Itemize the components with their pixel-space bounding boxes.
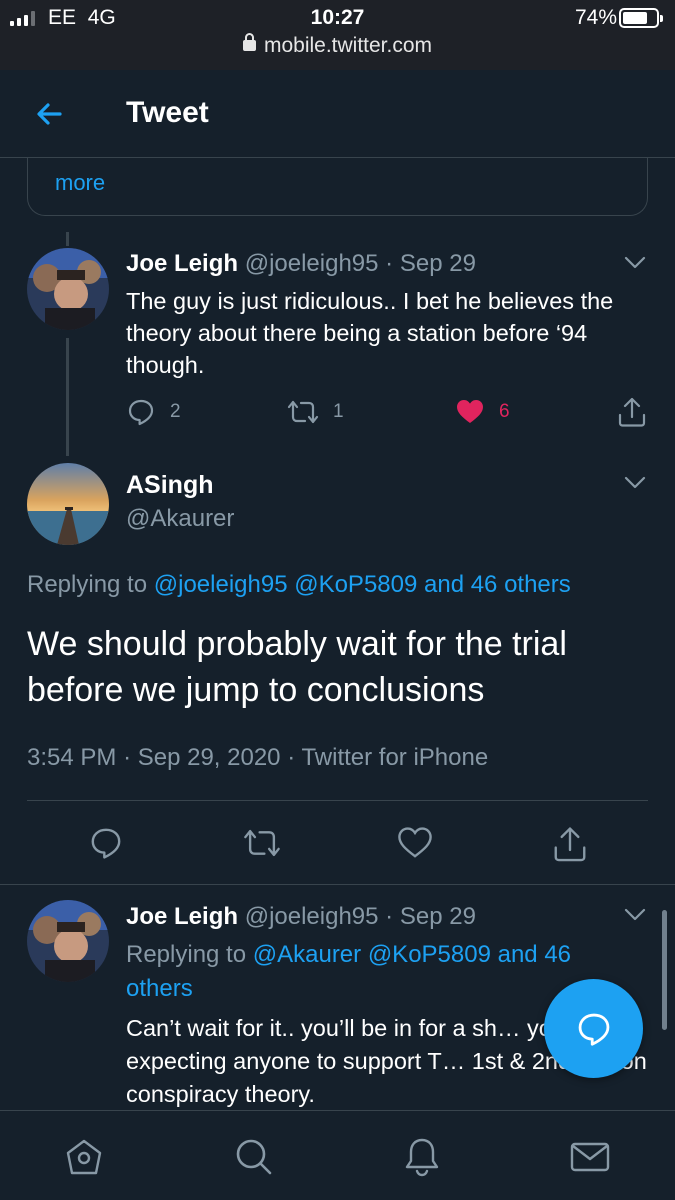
status-bar: EE 4G 10:27 74% mobile.twitter.com xyxy=(0,0,675,70)
reply-icon[interactable] xyxy=(88,825,124,861)
url-text: mobile.twitter.com xyxy=(263,34,433,57)
address-bar[interactable]: mobile.twitter.com xyxy=(0,33,675,58)
page-title: Tweet xyxy=(126,96,209,129)
mention-links[interactable]: @joeleigh95 @KoP5809 and 46 others xyxy=(154,571,571,598)
tweet-date[interactable]: Sep 29, 2020 xyxy=(138,744,281,771)
author-name[interactable]: Joe Leigh xyxy=(126,250,238,277)
author-name[interactable]: Joe Leigh xyxy=(126,903,238,930)
nav-messages[interactable] xyxy=(568,1135,612,1179)
replying-to: Replying to @Akaurer @KoP5809 and 46 oth… xyxy=(126,941,572,1002)
share-icon xyxy=(618,397,646,427)
search-icon xyxy=(236,1139,272,1175)
lock-icon xyxy=(242,33,256,51)
avatar[interactable] xyxy=(27,463,109,545)
tweet-header: Joe Leigh @joeleigh95 · Sep 29 xyxy=(126,903,476,930)
reply-count: 2 xyxy=(170,401,181,422)
reply-icon xyxy=(128,399,154,426)
avatar[interactable] xyxy=(27,248,109,330)
retweet-icon xyxy=(287,400,319,424)
share-icon[interactable] xyxy=(552,825,588,863)
nav-home[interactable] xyxy=(62,1135,106,1179)
chevron-down-icon[interactable] xyxy=(624,908,646,922)
tweet-date[interactable]: Sep 29 xyxy=(400,250,476,277)
top-bar: Tweet xyxy=(0,70,675,158)
retweet-count: 1 xyxy=(333,401,344,422)
battery-percent: 74% xyxy=(574,6,617,29)
reply-button[interactable]: 2 xyxy=(126,397,181,427)
chevron-down-icon[interactable] xyxy=(624,256,646,270)
thread-connector xyxy=(66,338,69,456)
bottom-nav xyxy=(0,1110,675,1200)
avatar[interactable] xyxy=(27,900,109,982)
retweet-icon[interactable] xyxy=(243,825,281,861)
retweet-button[interactable]: 1 xyxy=(287,397,344,427)
back-button[interactable] xyxy=(30,94,70,134)
tweet-text: We should probably wait for the trial be… xyxy=(27,625,567,709)
home-icon xyxy=(66,1139,102,1175)
status-time: 10:27 xyxy=(310,6,365,29)
arrow-left-icon xyxy=(37,103,62,125)
tweet-source[interactable]: Twitter for iPhone xyxy=(301,744,488,771)
like-count: 6 xyxy=(499,401,510,422)
notifications-icon xyxy=(405,1138,439,1177)
author-handle[interactable]: @Akaurer xyxy=(126,505,234,533)
compose-reply-button[interactable] xyxy=(544,979,643,1078)
divider xyxy=(0,884,675,885)
tweet-time[interactable]: 3:54 PM xyxy=(27,744,116,771)
chevron-down-icon[interactable] xyxy=(624,476,646,490)
tweet-meta: 3:54 PM · Sep 29, 2020 · Twitter for iPh… xyxy=(27,744,489,771)
replying-to: Replying to @joeleigh95 @KoP5809 and 46 … xyxy=(27,571,571,598)
like-button[interactable]: 6 xyxy=(455,397,510,427)
divider xyxy=(27,800,648,801)
tweet-text: The guy is just ridiculous.. I bet he be… xyxy=(126,288,614,378)
nav-search[interactable] xyxy=(232,1135,276,1179)
tweet-date[interactable]: Sep 29 xyxy=(400,903,476,930)
battery-icon xyxy=(619,8,663,28)
thread-connector xyxy=(66,232,69,246)
main-tweet-actions xyxy=(0,825,675,865)
nav-notifications[interactable] xyxy=(400,1135,444,1179)
tweet-header: Joe Leigh @joeleigh95 · Sep 29 xyxy=(126,250,476,277)
author-handle[interactable]: @joeleigh95 xyxy=(245,903,379,930)
heart-filled-icon xyxy=(457,400,483,423)
author-name[interactable]: ASingh xyxy=(126,471,214,500)
share-button[interactable] xyxy=(617,396,647,428)
scrollbar[interactable] xyxy=(662,910,667,1030)
reply-icon xyxy=(578,1013,610,1046)
author-handle[interactable]: @joeleigh95 xyxy=(245,250,379,277)
show-more-link[interactable]: more xyxy=(55,170,105,196)
messages-icon xyxy=(570,1142,610,1172)
heart-icon[interactable] xyxy=(397,825,433,861)
